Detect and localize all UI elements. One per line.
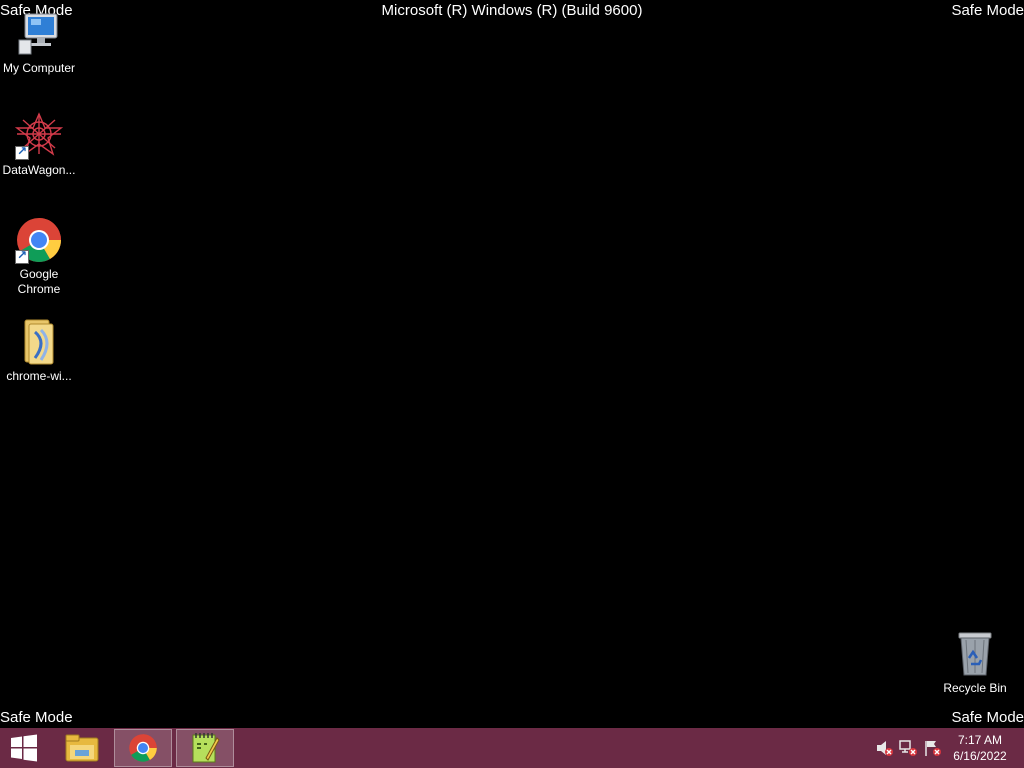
desktop-icon-label: chrome-wi... [6,369,72,383]
desktop-icon-label: DataWagon... [2,163,76,177]
taskbar-file-explorer-button[interactable] [53,729,111,767]
folder-icon [65,734,99,762]
windows-logo-icon [11,734,37,762]
clock[interactable]: 7:17 AM 6/16/2022 [948,732,1012,764]
notepad-icon [192,733,220,763]
computer-icon [15,10,63,58]
chrome-icon [15,216,63,264]
taskbar-notepad-plus-plus-button[interactable] [176,729,234,767]
desktop-icon-google-chrome[interactable]: Google Chrome [0,216,78,297]
taskbar: 7:17 AM 6/16/2022 [0,728,1024,768]
desktop-icon-my-computer[interactable]: My Computer [0,10,78,76]
network-disconnected-icon[interactable] [899,739,917,757]
shortcut-arrow-icon [15,248,29,264]
safe-mode-bottom-left: Safe Mode [0,709,73,726]
taskbar-chrome-button[interactable] [114,729,172,767]
action-center-flag-icon[interactable] [923,739,941,757]
desktop-icon-recycle-bin[interactable]: Recycle Bin [936,630,1014,696]
shortcut-arrow-icon [15,144,29,160]
clock-time: 7:17 AM [957,733,1003,747]
recycle-bin-icon [951,630,999,678]
desktop-icon-datawagon[interactable]: DataWagon... [0,112,78,178]
datawagon-icon [14,112,64,160]
desktop-icon-label: Recycle Bin [943,681,1007,695]
clock-date: 6/16/2022 [953,749,1007,763]
start-button[interactable] [0,728,48,768]
safe-mode-top-right: Safe Mode [951,2,1024,19]
speaker-muted-icon[interactable] [875,739,893,757]
safe-mode-bottom-right: Safe Mode [951,709,1024,726]
desktop-icon-label: Google Chrome [17,267,61,296]
desktop-icon-chrome-folder[interactable]: chrome-wi... [0,318,78,384]
desktop-icon-label: My Computer [2,61,76,75]
chrome-icon [129,734,157,762]
system-tray [872,728,944,768]
build-title: Microsoft (R) Windows (R) (Build 9600) [381,2,643,19]
folder-icon [15,318,63,366]
